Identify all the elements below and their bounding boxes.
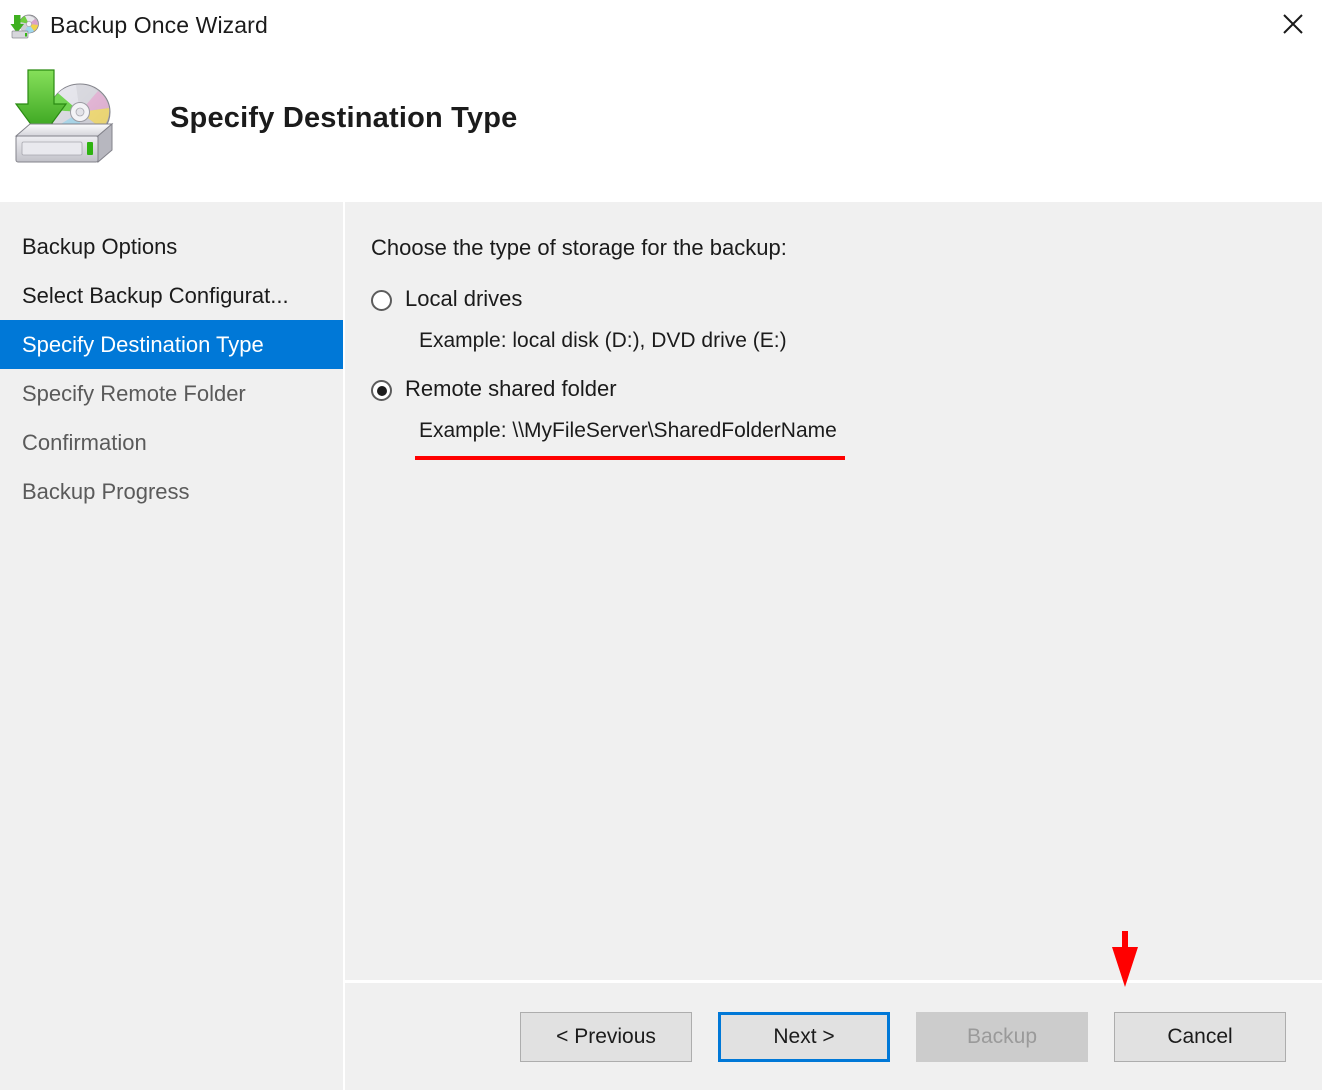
previous-button-label: < Previous <box>556 1025 656 1049</box>
backup-once-wizard-window: Backup Once Wizard <box>0 0 1322 1090</box>
option-spacer <box>371 353 1322 375</box>
wizard-footer: < Previous Next > Backup Cancel <box>345 980 1322 1090</box>
option-remote-shared-folder-label: Remote shared folder <box>405 375 617 403</box>
sidebar-item-backup-options[interactable]: Backup Options <box>0 222 343 271</box>
sidebar-item-label: Backup Progress <box>22 479 190 505</box>
backup-button: Backup <box>916 1012 1088 1062</box>
backup-drive-disc-icon <box>8 62 126 172</box>
backup-disc-icon <box>10 12 40 40</box>
wizard-step-sidebar: Backup Options Select Backup Configurat.… <box>0 202 343 1090</box>
form-prompt: Choose the type of storage for the backu… <box>371 235 1322 261</box>
sidebar-item-label: Confirmation <box>22 430 147 456</box>
wizard-content-pane: Choose the type of storage for the backu… <box>343 202 1322 1090</box>
destination-type-form: Choose the type of storage for the backu… <box>345 202 1322 980</box>
next-button-label: Next > <box>773 1025 834 1049</box>
option-remote-shared-folder-example: Example: \\MyFileServer\SharedFolderName <box>419 419 837 443</box>
sidebar-item-label: Backup Options <box>22 234 177 260</box>
sidebar-item-select-backup-configuration[interactable]: Select Backup Configurat... <box>0 271 343 320</box>
option-remote-shared-folder[interactable]: Remote shared folder <box>371 375 1322 403</box>
next-button[interactable]: Next > <box>718 1012 890 1062</box>
sidebar-item-specify-destination-type[interactable]: Specify Destination Type <box>0 320 343 369</box>
sidebar-item-label: Select Backup Configurat... <box>22 283 289 309</box>
window-title: Backup Once Wizard <box>50 14 268 39</box>
wizard-header: Specify Destination Type <box>0 52 1322 202</box>
sidebar-item-specify-remote-folder[interactable]: Specify Remote Folder <box>0 369 343 418</box>
wizard-body: Backup Options Select Backup Configurat.… <box>0 202 1322 1090</box>
sidebar-item-label: Specify Destination Type <box>22 332 264 358</box>
cancel-button[interactable]: Cancel <box>1114 1012 1286 1062</box>
sidebar-item-backup-progress[interactable]: Backup Progress <box>0 467 343 516</box>
option-local-drives-label: Local drives <box>405 285 522 313</box>
sidebar-item-confirmation[interactable]: Confirmation <box>0 418 343 467</box>
option-local-drives[interactable]: Local drives <box>371 285 1322 313</box>
backup-button-label: Backup <box>967 1025 1037 1049</box>
sidebar-item-label: Specify Remote Folder <box>22 381 246 407</box>
radio-remote-shared-folder[interactable] <box>371 380 392 401</box>
cancel-button-label: Cancel <box>1167 1025 1232 1049</box>
option-local-drives-example: Example: local disk (D:), DVD drive (E:) <box>419 329 787 353</box>
radio-local-drives[interactable] <box>371 290 392 311</box>
title-bar: Backup Once Wizard <box>0 0 1322 52</box>
page-title: Specify Destination Type <box>170 102 518 135</box>
previous-button[interactable]: < Previous <box>520 1012 692 1062</box>
close-icon[interactable] <box>1264 0 1322 48</box>
